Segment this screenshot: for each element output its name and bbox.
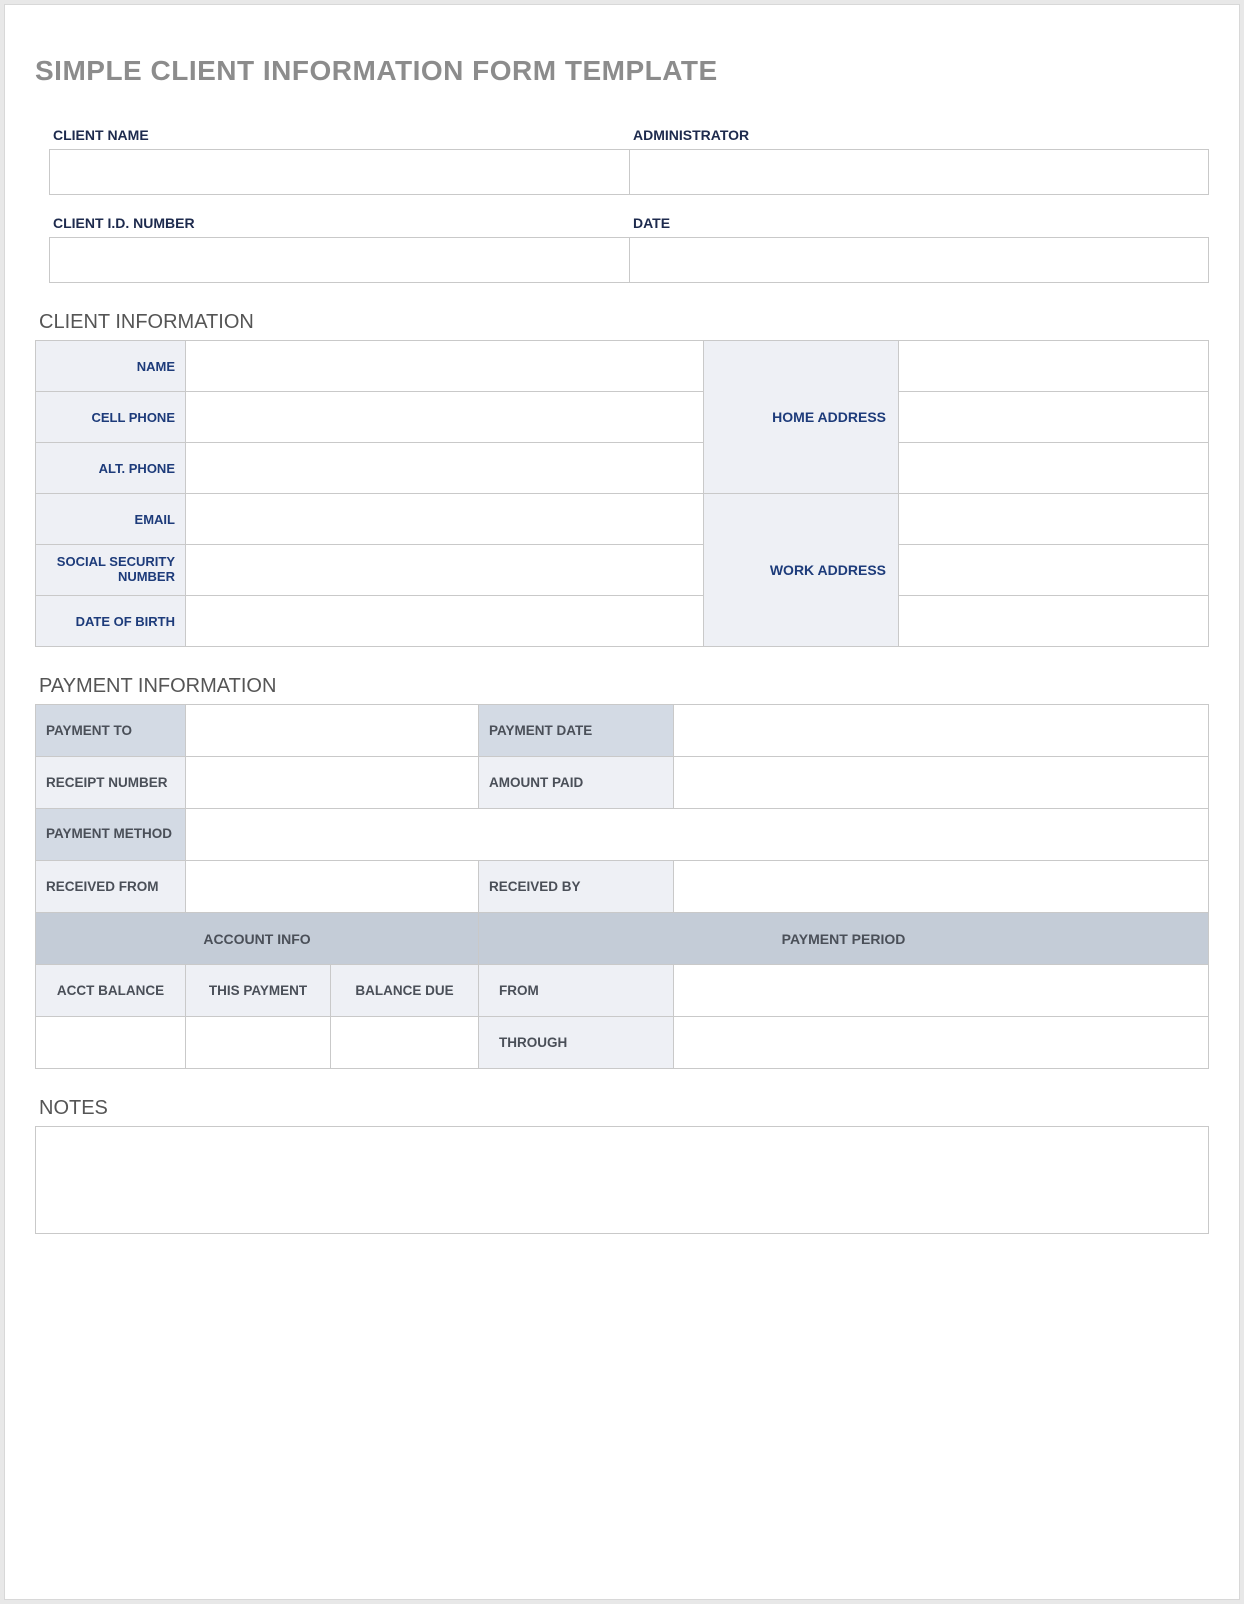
pi-this-payment-label: THIS PAYMENT	[186, 965, 331, 1017]
ci-cell-phone-label: CELL PHONE	[36, 392, 186, 443]
ci-work-address-input-2[interactable]	[899, 545, 1209, 596]
ci-home-address-input-2[interactable]	[899, 392, 1209, 443]
page: SIMPLE CLIENT INFORMATION FORM TEMPLATE …	[4, 4, 1240, 1600]
ci-cell-phone-input[interactable]	[186, 392, 704, 443]
pi-payment-period-header: PAYMENT PERIOD	[479, 913, 1209, 965]
ci-work-address-input-1[interactable]	[899, 494, 1209, 545]
header-row-1: CLIENT NAME ADMINISTRATOR	[49, 121, 1209, 195]
ci-work-address-label: WORK ADDRESS	[704, 494, 899, 647]
pi-amount-paid-input[interactable]	[674, 757, 1209, 809]
pi-from-label: FROM	[479, 965, 674, 1017]
client-info-table: NAME HOME ADDRESS CELL PHONE ALT. PHONE …	[35, 340, 1209, 647]
ci-home-address-input-3[interactable]	[899, 443, 1209, 494]
date-label: DATE	[629, 209, 1209, 237]
pi-payment-method-label: PAYMENT METHOD	[36, 809, 186, 861]
pi-payment-method-input[interactable]	[186, 809, 1209, 861]
page-title: SIMPLE CLIENT INFORMATION FORM TEMPLATE	[35, 55, 1209, 87]
ci-alt-phone-input[interactable]	[186, 443, 704, 494]
pi-payment-date-label: PAYMENT DATE	[479, 705, 674, 757]
section-client-info-title: CLIENT INFORMATION	[39, 311, 1209, 334]
client-id-field: CLIENT I.D. NUMBER	[49, 209, 629, 283]
pi-through-input[interactable]	[674, 1017, 1209, 1069]
date-input[interactable]	[629, 237, 1209, 283]
date-field: DATE	[629, 209, 1209, 283]
ci-dob-label: DATE OF BIRTH	[36, 596, 186, 647]
pi-payment-date-input[interactable]	[674, 705, 1209, 757]
ci-name-label: NAME	[36, 341, 186, 392]
pi-receipt-number-input[interactable]	[186, 757, 479, 809]
administrator-field: ADMINISTRATOR	[629, 121, 1209, 195]
ci-email-label: EMAIL	[36, 494, 186, 545]
pi-receipt-number-label: RECEIPT NUMBER	[36, 757, 186, 809]
ci-work-address-input-3[interactable]	[899, 596, 1209, 647]
pi-payment-to-label: PAYMENT TO	[36, 705, 186, 757]
payment-info-table: PAYMENT TO PAYMENT DATE RECEIPT NUMBER A…	[35, 704, 1209, 1069]
pi-payment-to-input[interactable]	[186, 705, 479, 757]
ci-dob-input[interactable]	[186, 596, 704, 647]
ci-ssn-label: SOCIAL SECURITY NUMBER	[36, 545, 186, 596]
client-id-label: CLIENT I.D. NUMBER	[49, 209, 629, 237]
ci-home-address-label: HOME ADDRESS	[704, 341, 899, 494]
client-name-field: CLIENT NAME	[49, 121, 629, 195]
pi-balance-due-input[interactable]	[331, 1017, 479, 1069]
administrator-label: ADMINISTRATOR	[629, 121, 1209, 149]
ci-alt-phone-label: ALT. PHONE	[36, 443, 186, 494]
ci-home-address-input-1[interactable]	[899, 341, 1209, 392]
section-payment-info-title: PAYMENT INFORMATION	[39, 675, 1209, 698]
pi-from-input[interactable]	[674, 965, 1209, 1017]
client-id-input[interactable]	[49, 237, 629, 283]
pi-acct-balance-input[interactable]	[36, 1017, 186, 1069]
pi-received-by-input[interactable]	[674, 861, 1209, 913]
pi-acct-balance-label: ACCT BALANCE	[36, 965, 186, 1017]
client-name-input[interactable]	[49, 149, 629, 195]
pi-received-from-input[interactable]	[186, 861, 479, 913]
pi-received-by-label: RECEIVED BY	[479, 861, 674, 913]
ci-email-input[interactable]	[186, 494, 704, 545]
pi-this-payment-input[interactable]	[186, 1017, 331, 1069]
ci-ssn-input[interactable]	[186, 545, 704, 596]
section-notes-title: NOTES	[39, 1097, 1209, 1120]
ci-name-input[interactable]	[186, 341, 704, 392]
administrator-input[interactable]	[629, 149, 1209, 195]
pi-amount-paid-label: AMOUNT PAID	[479, 757, 674, 809]
notes-input[interactable]	[35, 1126, 1209, 1234]
pi-account-info-header: ACCOUNT INFO	[36, 913, 479, 965]
pi-through-label: THROUGH	[479, 1017, 674, 1069]
pi-balance-due-label: BALANCE DUE	[331, 965, 479, 1017]
client-name-label: CLIENT NAME	[49, 121, 629, 149]
header-row-2: CLIENT I.D. NUMBER DATE	[49, 209, 1209, 283]
pi-received-from-label: RECEIVED FROM	[36, 861, 186, 913]
